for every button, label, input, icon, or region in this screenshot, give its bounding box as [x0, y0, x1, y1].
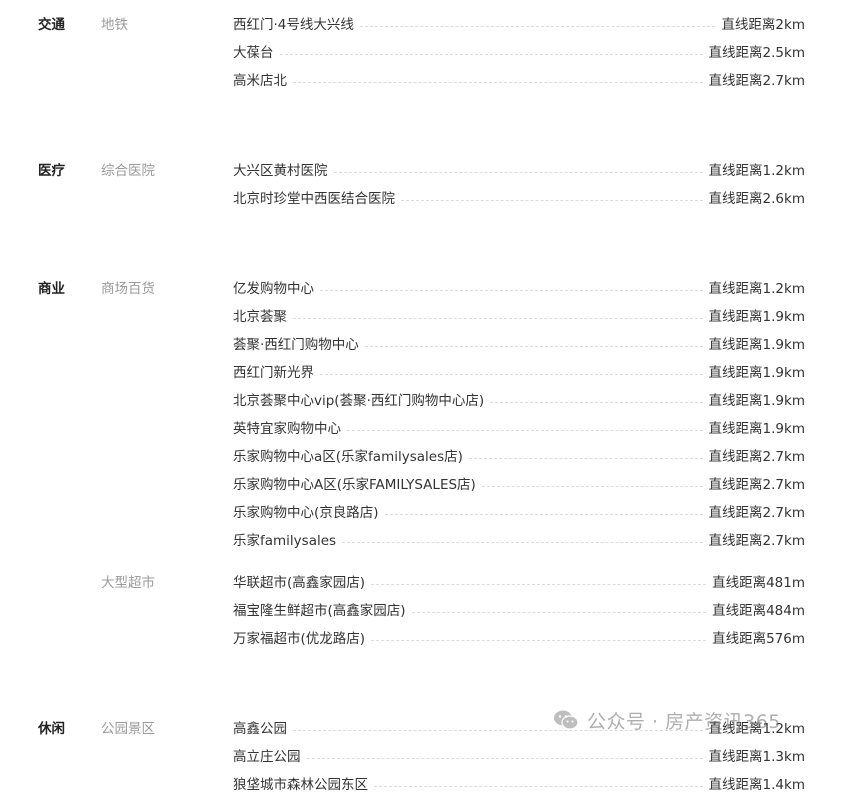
subcategory-label: 商场百货 — [101, 281, 155, 297]
poi-row: 华联超市(高鑫家园店) 直线距离481m — [233, 573, 805, 593]
poi-name: 西红门·4号线大兴线 — [233, 17, 354, 33]
watermark: 公众号 · 房产资讯365 — [553, 705, 781, 735]
poi-row: 万家福超市(优龙路店) 直线距离576m — [233, 629, 805, 649]
dotted-leader — [347, 429, 703, 431]
poi-name: 亿发购物中心 — [233, 281, 314, 297]
poi-name: 福宝隆生鲜超市(高鑫家园店) — [233, 603, 406, 619]
poi-row: 乐家familysales 直线距离2.7km — [233, 531, 805, 551]
dotted-leader — [468, 457, 703, 459]
dotted-leader — [320, 289, 703, 291]
category-label: 商业 — [38, 281, 65, 297]
poi-row: 大葆台 直线距离2.5km — [233, 43, 805, 63]
dotted-leader — [306, 757, 703, 759]
poi-row: 北京时珍堂中西医结合医院 直线距离2.6km — [233, 189, 805, 209]
dotted-leader — [359, 25, 716, 27]
poi-row: 乐家购物中心a区(乐家familysales店) 直线距离2.7km — [233, 447, 805, 467]
dotted-leader — [342, 541, 703, 543]
poi-row: 乐家购物中心(京良路店) 直线距离2.7km — [233, 503, 805, 523]
poi-distance: 直线距离2.7km — [708, 505, 805, 521]
dotted-leader — [320, 373, 703, 375]
dotted-leader — [481, 485, 703, 487]
poi-name: 大葆台 — [233, 45, 274, 61]
poi-row: 北京荟聚 直线距离1.9km — [233, 307, 805, 327]
dotted-leader — [333, 171, 703, 173]
poi-distance: 直线距离576m — [712, 631, 805, 647]
category-label: 医疗 — [38, 163, 65, 179]
poi-name: 华联超市(高鑫家园店) — [233, 575, 366, 591]
poi-name: 乐家购物中心a区(乐家familysales店) — [233, 449, 463, 465]
poi-row: 西红门新光界 直线距离1.9km — [233, 363, 805, 383]
poi-distance: 直线距离1.3km — [708, 749, 805, 765]
poi-name: 北京时珍堂中西医结合医院 — [233, 191, 395, 207]
poi-distance: 直线距离1.9km — [708, 393, 805, 409]
poi-distance: 直线距离481m — [712, 575, 805, 591]
poi-name: 乐家familysales — [233, 533, 337, 549]
poi-distance: 直线距离1.2km — [708, 281, 805, 297]
poi-name: 狼垡城市森林公园东区 — [233, 777, 368, 793]
poi-name: 高鑫公园 — [233, 721, 287, 737]
subcategory-label: 公园景区 — [101, 721, 155, 737]
poi-row: 大兴区黄村医院 直线距离1.2km — [233, 161, 805, 181]
poi-name: 大兴区黄村医院 — [233, 163, 328, 179]
poi-distance: 直线距离484m — [712, 603, 805, 619]
poi-distance: 直线距离2.6km — [708, 191, 805, 207]
poi-row: 西红门·4号线大兴线 直线距离2km — [233, 15, 805, 35]
poi-row: 荟聚·西红门购物中心 直线距离1.9km — [233, 335, 805, 355]
dotted-leader — [490, 401, 703, 403]
dotted-leader — [293, 81, 703, 83]
dotted-leader — [374, 785, 703, 787]
poi-name: 高米店北 — [233, 73, 287, 89]
poi-name: 高立庄公园 — [233, 749, 301, 765]
poi-row: 北京荟聚中心vip(荟聚·西红门购物中心店) 直线距离1.9km — [233, 391, 805, 411]
surroundings-list: 交通 地铁 西红门·4号线大兴线 直线距离2km 大葆台 直线距离2.5km 高米店北 直线距… — [0, 0, 842, 793]
poi-distance: 直线距离1.9km — [708, 337, 805, 353]
subcategory-label: 地铁 — [101, 17, 128, 33]
poi-distance: 直线距离1.2km — [708, 163, 805, 179]
poi-distance: 直线距离1.9km — [708, 365, 805, 381]
poi-distance: 直线距离2.7km — [708, 477, 805, 493]
dotted-leader — [371, 639, 707, 641]
dotted-leader — [364, 345, 703, 347]
poi-name: 荟聚·西红门购物中心 — [233, 337, 359, 353]
poi-row: 福宝隆生鲜超市(高鑫家园店) 直线距离484m — [233, 601, 805, 621]
dotted-leader — [384, 513, 703, 515]
poi-distance: 直线距离2.5km — [708, 45, 805, 61]
dotted-leader — [411, 611, 707, 613]
poi-row: 高立庄公园 直线距离1.3km — [233, 747, 805, 767]
poi-name: 西红门新光界 — [233, 365, 314, 381]
category-label: 交通 — [38, 17, 65, 33]
poi-distance: 直线距离2.7km — [708, 73, 805, 89]
subcategory-label: 综合医院 — [101, 163, 155, 179]
poi-row: 狼垡城市森林公园东区 直线距离1.4km — [233, 775, 805, 795]
wechat-icon — [554, 710, 579, 730]
category-label: 休闲 — [38, 721, 65, 737]
dotted-leader — [401, 199, 703, 201]
poi-distance: 直线距离2.7km — [708, 533, 805, 549]
poi-name: 乐家购物中心(京良路店) — [233, 505, 379, 521]
poi-row: 英特宜家购物中心 直线距离1.9km — [233, 419, 805, 439]
poi-name: 北京荟聚中心vip(荟聚·西红门购物中心店) — [233, 393, 485, 409]
watermark-text: 公众号 · 房产资讯365 — [587, 710, 781, 733]
poi-name: 乐家购物中心A区(乐家FAMILYSALES店) — [233, 477, 476, 493]
poi-name: 万家福超市(优龙路店) — [233, 631, 366, 647]
subcategory-label: 大型超市 — [101, 575, 155, 591]
poi-name: 北京荟聚 — [233, 309, 287, 325]
poi-name: 英特宜家购物中心 — [233, 421, 341, 437]
poi-distance: 直线距离1.4km — [708, 777, 805, 793]
poi-row: 亿发购物中心 直线距离1.2km — [233, 279, 805, 299]
poi-distance: 直线距离2.7km — [708, 449, 805, 465]
poi-distance: 直线距离1.9km — [708, 309, 805, 325]
poi-distance: 直线距离1.9km — [708, 421, 805, 437]
poi-row: 高米店北 直线距离2.7km — [233, 71, 805, 91]
dotted-leader — [279, 53, 703, 55]
poi-row: 乐家购物中心A区(乐家FAMILYSALES店) 直线距离2.7km — [233, 475, 805, 495]
dotted-leader — [293, 317, 703, 319]
dotted-leader — [371, 583, 707, 585]
poi-distance: 直线距离2km — [721, 17, 805, 33]
